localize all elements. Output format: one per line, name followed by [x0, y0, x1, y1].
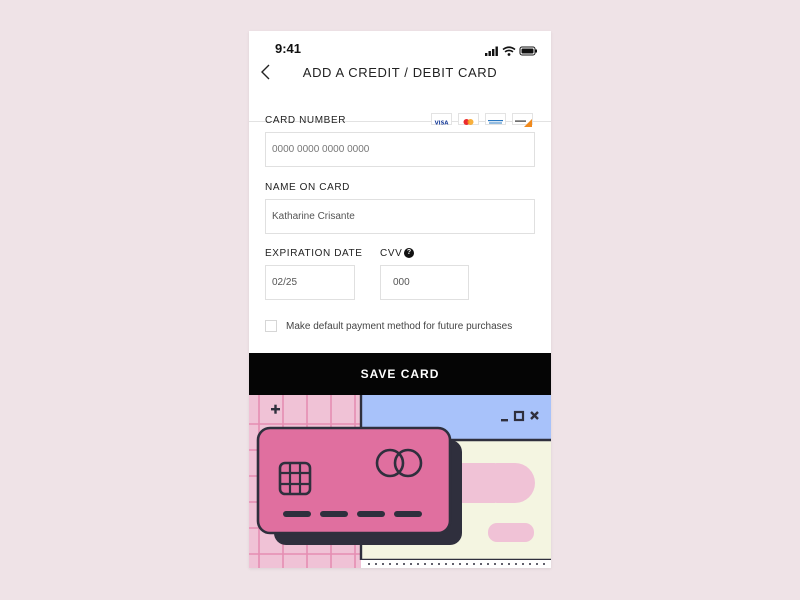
status-icons: [485, 43, 539, 61]
battery-icon: [519, 46, 537, 56]
page-title: ADD A CREDIT / DEBIT CARD: [302, 65, 498, 80]
card-illustration: [249, 395, 551, 568]
credit-card-graphic: [256, 426, 462, 545]
status-time: 9:41: [275, 41, 302, 56]
phone-screen: 9:41 ADD A CREDIT / DEBIT CARD CARD NUMB…: [249, 31, 551, 568]
amex-logo: [485, 113, 506, 125]
discover-logo: [512, 113, 533, 127]
name-on-card-input[interactable]: [265, 199, 535, 234]
default-payment-label: Make default payment method for future p…: [286, 321, 513, 332]
default-payment-checkbox[interactable]: [265, 320, 277, 332]
window-minimize-icon: [501, 419, 508, 422]
wifi-icon: [502, 46, 516, 56]
expiration-date-label: EXPIRATION DATE: [265, 248, 363, 259]
card-number-label: CARD NUMBER: [265, 115, 347, 126]
cvv-input[interactable]: [380, 265, 469, 300]
help-icon[interactable]: ?: [404, 248, 414, 258]
card-number-input[interactable]: [265, 132, 535, 167]
name-on-card-label: NAME ON CARD: [265, 182, 350, 193]
status-bar: 9:41: [249, 31, 551, 65]
svg-text:VISA: VISA: [435, 120, 449, 126]
save-card-button[interactable]: SAVE CARD: [249, 353, 551, 395]
signal-icon: [485, 46, 498, 56]
visa-logo: VISA: [431, 113, 452, 126]
cvv-label: CVV: [380, 248, 403, 259]
mastercard-logo: [458, 113, 479, 125]
expiration-date-input[interactable]: [265, 265, 355, 300]
